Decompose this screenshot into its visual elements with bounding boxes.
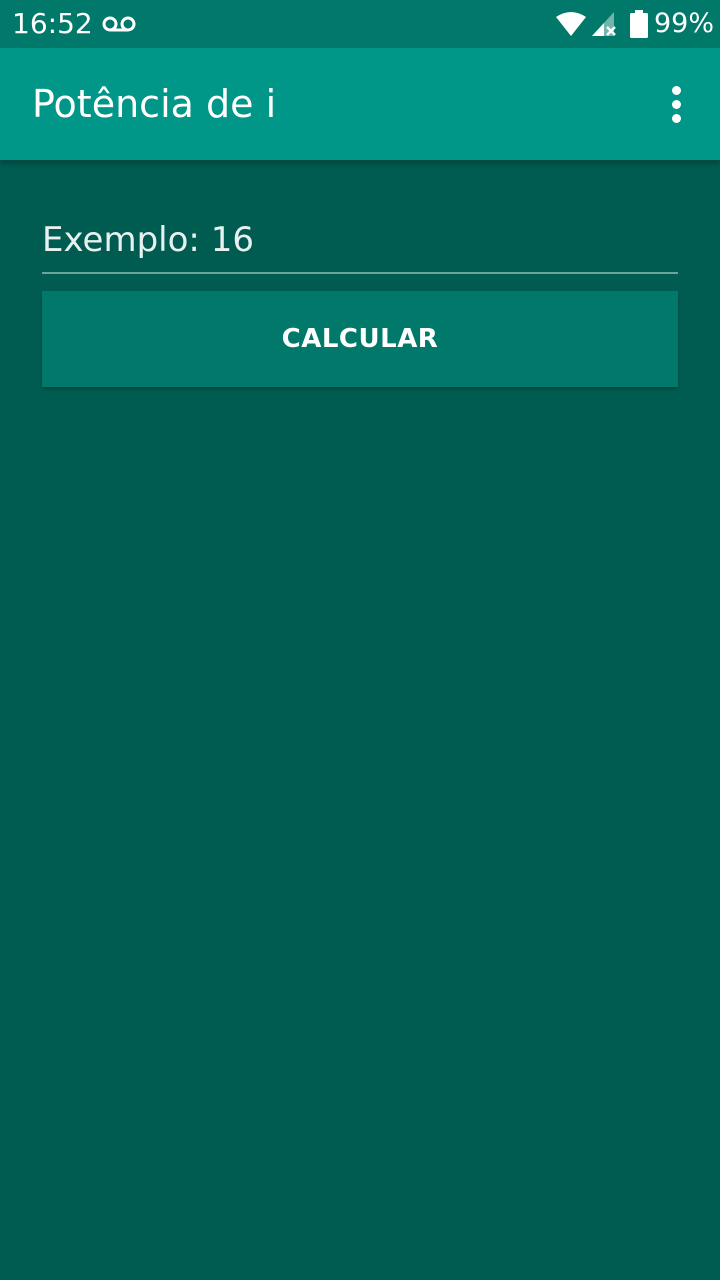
input-container [42, 212, 678, 274]
calculate-button[interactable]: CALCULAR [42, 291, 678, 387]
voicemail-icon [102, 16, 136, 32]
app-bar: Potência de i [0, 48, 720, 160]
status-time: 16:52 [12, 7, 93, 40]
menu-dot [671, 85, 681, 95]
menu-dot [671, 99, 681, 109]
battery-percent: 99% [654, 8, 715, 39]
page-title: Potência de i [32, 82, 277, 126]
main-content: CALCULAR [0, 160, 720, 1280]
battery-icon [630, 10, 648, 38]
menu-dot [671, 113, 681, 123]
number-input[interactable] [42, 212, 678, 268]
wifi-icon [556, 12, 586, 36]
status-bar: 16:52 99% [0, 0, 720, 48]
cell-signal-no-data-icon [592, 12, 616, 36]
more-vert-icon[interactable] [656, 78, 696, 130]
